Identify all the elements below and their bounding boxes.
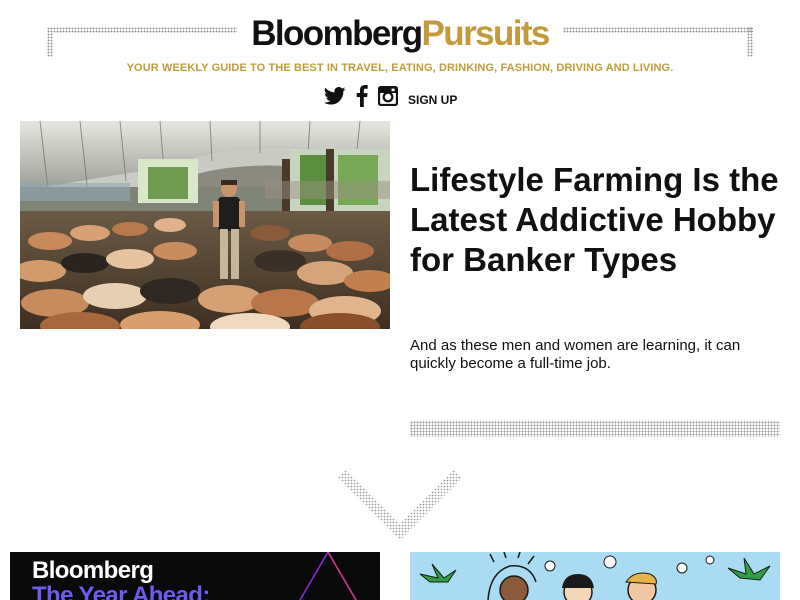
hero-image[interactable] — [20, 121, 390, 329]
logo-bloomberg: Bloomberg — [251, 14, 423, 53]
illustrated-people-palm-trees — [410, 552, 780, 600]
social-bar: SIGN UP — [323, 84, 457, 112]
site-logo[interactable]: BloombergPursuits — [0, 13, 800, 55]
hero-dek: And as these men and women are learning,… — [410, 337, 741, 372]
year-ahead-card[interactable]: Bloomberg The Year Ahead: — [10, 552, 380, 600]
card-brand: Bloomberg — [32, 557, 154, 584]
tagline: YOUR WEEKLY GUIDE TO THE BEST IN TRAVEL,… — [126, 62, 674, 74]
illustration-card[interactable] — [410, 552, 780, 600]
signup-link[interactable]: SIGN UP — [408, 93, 457, 107]
hero-headline[interactable]: Lifestyle Farming Is the Latest Addictiv… — [410, 160, 780, 280]
hero-divider — [410, 421, 780, 437]
chevron-down-icon — [338, 470, 462, 540]
twitter-icon[interactable] — [323, 86, 346, 110]
facebook-icon[interactable] — [356, 84, 368, 112]
instagram-icon[interactable] — [377, 85, 399, 111]
farm-barn-with-pigs-photo — [20, 121, 390, 329]
card-title: The Year Ahead: — [32, 582, 210, 600]
logo-pursuits: Pursuits — [421, 14, 551, 53]
